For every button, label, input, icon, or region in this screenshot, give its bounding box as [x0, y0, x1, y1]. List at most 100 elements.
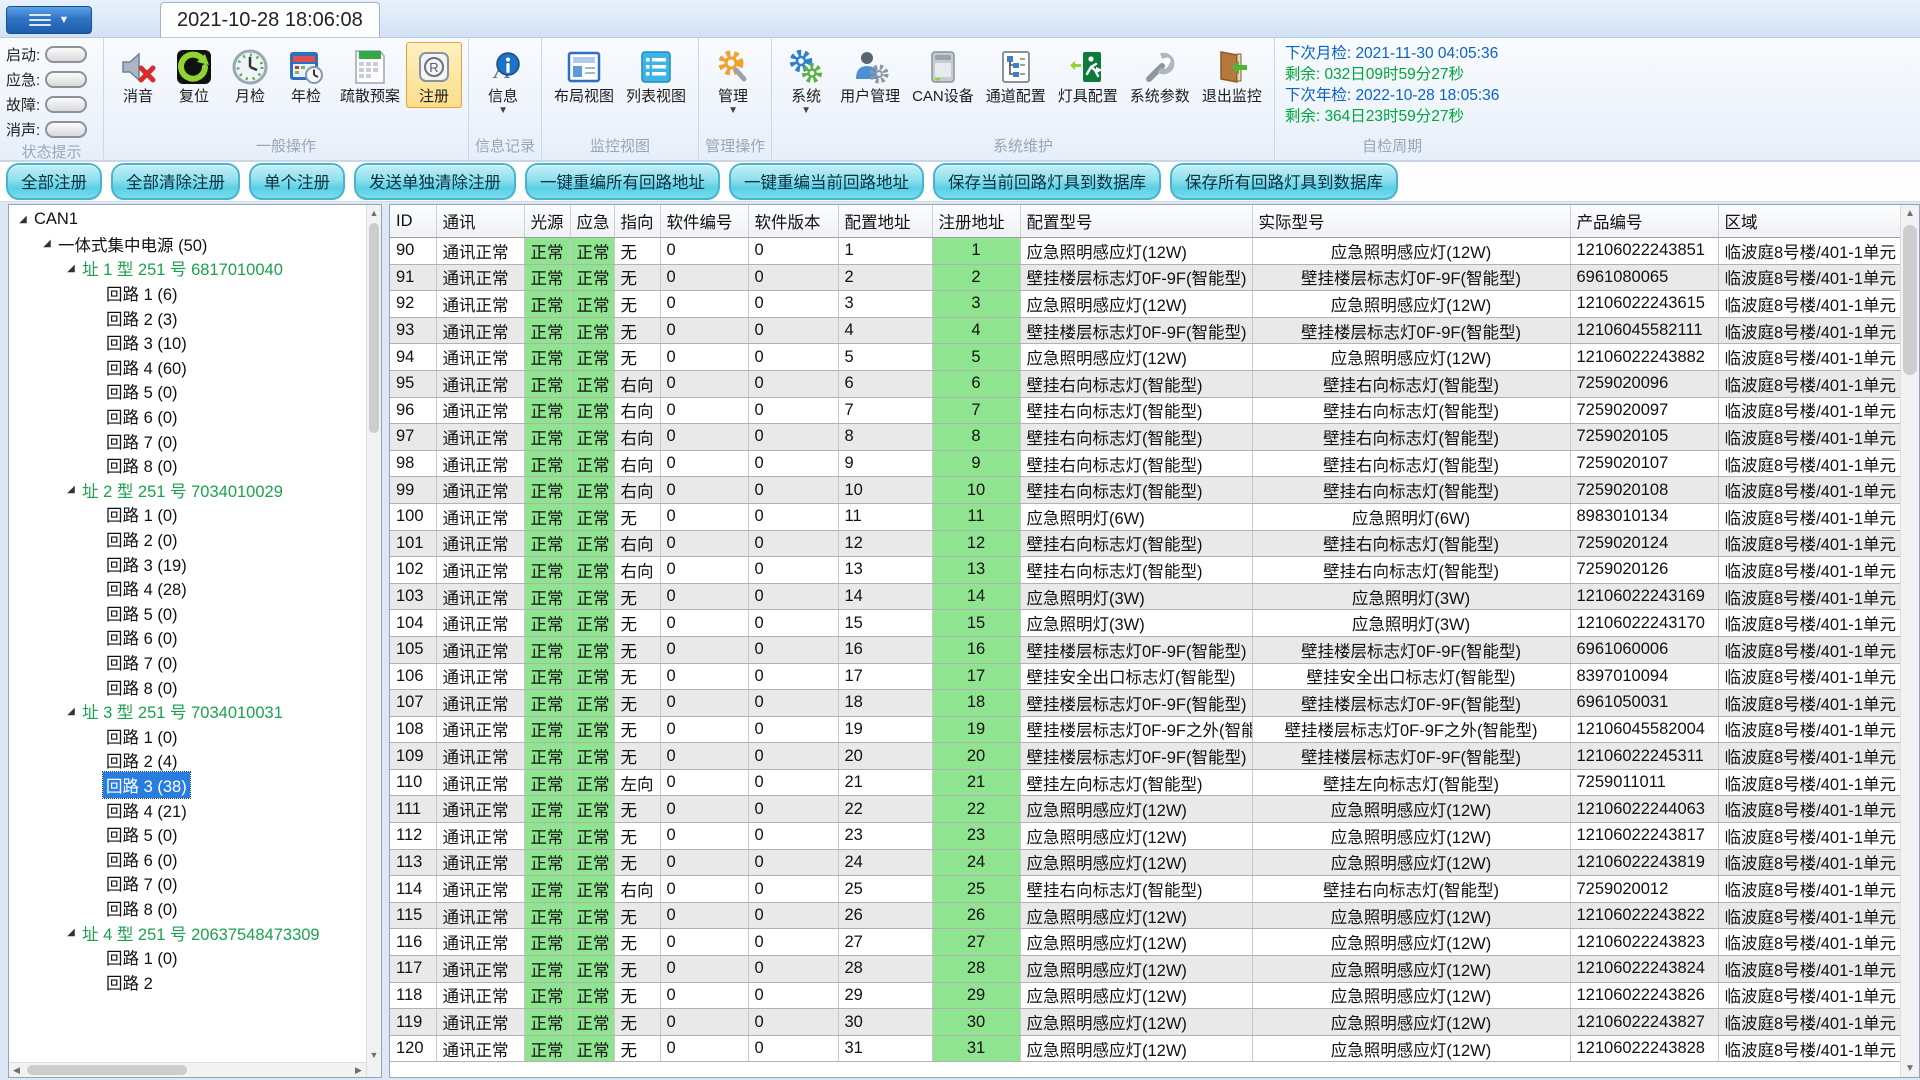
tree-item[interactable]: 回路 8 (0) [11, 453, 365, 478]
tree-item[interactable]: ◢一体式集中电源 (50) [11, 232, 365, 257]
lamp-config-button[interactable]: 灯具配置 [1052, 42, 1124, 108]
tree-item[interactable]: 回路 6 (0) [11, 625, 365, 650]
scrollbar-thumb[interactable] [27, 1065, 187, 1075]
tree-item[interactable]: ◢CAN1 [11, 207, 365, 232]
expand-triangle-icon[interactable]: ◢ [15, 214, 31, 225]
tree-item[interactable]: 回路 7 (0) [11, 871, 365, 896]
table-row[interactable]: 93通讯正常正常正常无0044壁挂楼层标志灯0F-9F(智能型)壁挂楼层标志灯0… [390, 317, 1900, 344]
register-button[interactable]: R 注册 [406, 42, 462, 108]
reset-button[interactable]: 复位 [166, 42, 222, 108]
table-row[interactable]: 98通讯正常正常正常右向0099壁挂右向标志灯(智能型)壁挂右向标志灯(智能型)… [390, 450, 1900, 477]
annual-check-button[interactable]: 年检 [278, 42, 334, 108]
tree-item[interactable]: 回路 5 (0) [11, 379, 365, 404]
tree-horizontal-scrollbar[interactable]: ◀ ▶ [9, 1062, 366, 1077]
column-header-light[interactable]: 光源 [524, 205, 570, 238]
table-row[interactable]: 116通讯正常正常正常无002727应急照明感应灯(12W)应急照明感应灯(12… [390, 929, 1900, 956]
tree-item[interactable]: ◢址 2 型 251 号 7034010029 [11, 478, 365, 503]
layout-view-button[interactable]: 布局视图 [548, 42, 620, 108]
column-header-direction[interactable]: 指向 [614, 205, 660, 238]
table-row[interactable]: 120通讯正常正常正常无003131应急照明感应灯(12W)应急照明感应灯(12… [390, 1035, 1900, 1062]
table-row[interactable]: 111通讯正常正常正常无002222应急照明感应灯(12W)应急照明感应灯(12… [390, 796, 1900, 823]
table-row[interactable]: 106通讯正常正常正常无001717壁挂安全出口标志灯(智能型)壁挂安全出口标志… [390, 663, 1900, 690]
column-header-sw_ver[interactable]: 软件版本 [748, 205, 838, 238]
expand-triangle-icon[interactable]: ◢ [39, 238, 55, 249]
action-button[interactable]: 单个注册 [249, 163, 345, 200]
manage-button[interactable]: 管理 ▼ [705, 42, 761, 118]
channel-config-button[interactable]: 通道配置 [980, 42, 1052, 108]
table-row[interactable]: 103通讯正常正常正常无001414应急照明灯(3W)应急照明灯(3W)1210… [390, 583, 1900, 610]
tree-item[interactable]: 回路 1 (0) [11, 723, 365, 748]
tree-item[interactable]: ◢址 3 型 251 号 7034010031 [11, 699, 365, 724]
tree-item[interactable]: 回路 6 (0) [11, 404, 365, 429]
info-button[interactable]: A 信息 ▼ [475, 42, 531, 118]
table-row[interactable]: 97通讯正常正常正常右向0088壁挂右向标志灯(智能型)壁挂右向标志灯(智能型)… [390, 424, 1900, 451]
table-row[interactable]: 115通讯正常正常正常无002626应急照明感应灯(12W)应急照明感应灯(12… [390, 902, 1900, 929]
table-vertical-scrollbar[interactable]: ▲ ▼ [1900, 205, 1919, 1077]
column-header-emergency[interactable]: 应急 [570, 205, 614, 238]
can-device-button[interactable]: CAN设备 [906, 42, 980, 108]
table-row[interactable]: 91通讯正常正常正常无0022壁挂楼层标志灯0F-9F(智能型)壁挂楼层标志灯0… [390, 264, 1900, 291]
expand-triangle-icon[interactable]: ◢ [63, 927, 79, 938]
column-header-product_no[interactable]: 产品编号 [1570, 205, 1718, 238]
datetime-tab[interactable]: 2021-10-28 18:06:08 [160, 2, 380, 37]
table-row[interactable]: 99通讯正常正常正常右向001010壁挂右向标志灯(智能型)壁挂右向标志灯(智能… [390, 477, 1900, 504]
scrollbar-thumb[interactable] [369, 223, 379, 433]
action-button[interactable]: 保存当前回路灯具到数据库 [933, 163, 1161, 200]
action-button[interactable]: 发送单独清除注册 [354, 163, 516, 200]
evacuation-plan-button[interactable]: 疏散预案 [334, 42, 406, 108]
tree-item[interactable]: 回路 1 (0) [11, 502, 365, 527]
tree-vertical-scrollbar[interactable]: ▲ ▼ [366, 205, 381, 1077]
tree-item[interactable]: 回路 2 (4) [11, 748, 365, 773]
table-row[interactable]: 108通讯正常正常正常无001919壁挂楼层标志灯0F-9F之外(智能型)壁挂楼… [390, 716, 1900, 743]
tree-item[interactable]: 回路 2 (3) [11, 305, 365, 330]
table-row[interactable]: 101通讯正常正常正常右向001212壁挂右向标志灯(智能型)壁挂右向标志灯(智… [390, 530, 1900, 557]
table-row[interactable]: 112通讯正常正常正常无002323应急照明感应灯(12W)应急照明感应灯(12… [390, 823, 1900, 850]
tree-item[interactable]: 回路 5 (0) [11, 601, 365, 626]
tree-item[interactable]: 回路 2 (0) [11, 527, 365, 552]
action-button[interactable]: 一键重编所有回路地址 [525, 163, 720, 200]
tree-item[interactable]: 回路 3 (10) [11, 330, 365, 355]
table-row[interactable]: 90通讯正常正常正常无0011应急照明感应灯(12W)应急照明感应灯(12W)1… [390, 238, 1900, 265]
action-button[interactable]: 全部清除注册 [111, 163, 240, 200]
tree-item[interactable]: 回路 3 (19) [11, 551, 365, 576]
column-header-act_model[interactable]: 实际型号 [1252, 205, 1570, 238]
column-header-comm[interactable]: 通讯 [436, 205, 524, 238]
tree-item[interactable]: 回路 8 (0) [11, 674, 365, 699]
tree-item[interactable]: 回路 7 (0) [11, 650, 365, 675]
column-header-cfg_addr[interactable]: 配置地址 [838, 205, 932, 238]
tree-item[interactable]: 回路 4 (60) [11, 355, 365, 380]
list-view-button[interactable]: 列表视图 [620, 42, 692, 108]
column-header-id[interactable]: ID [390, 205, 436, 238]
table-row[interactable]: 105通讯正常正常正常无001616壁挂楼层标志灯0F-9F(智能型)壁挂楼层标… [390, 636, 1900, 663]
table-row[interactable]: 119通讯正常正常正常无003030应急照明感应灯(12W)应急照明感应灯(12… [390, 1009, 1900, 1036]
scroll-right-icon[interactable]: ▶ [351, 1063, 366, 1077]
system-button[interactable]: 系统 ▼ [778, 42, 834, 118]
table-row[interactable]: 110通讯正常正常正常左向002121壁挂左向标志灯(智能型)壁挂左向标志灯(智… [390, 769, 1900, 796]
tree-item[interactable]: 回路 6 (0) [11, 846, 365, 871]
column-header-cfg_model[interactable]: 配置型号 [1020, 205, 1252, 238]
scroll-down-icon[interactable]: ▼ [367, 1047, 381, 1062]
expand-triangle-icon[interactable]: ◢ [63, 706, 79, 717]
scroll-up-icon[interactable]: ▲ [367, 205, 381, 220]
tree-item[interactable]: ◢址 1 型 251 号 6817010040 [11, 256, 365, 281]
table-row[interactable]: 96通讯正常正常正常右向0077壁挂右向标志灯(智能型)壁挂右向标志灯(智能型)… [390, 397, 1900, 424]
tree-item[interactable]: 回路 8 (0) [11, 896, 365, 921]
expand-triangle-icon[interactable]: ◢ [63, 484, 79, 495]
tree-item[interactable]: 回路 3 (38) [11, 773, 365, 798]
table-row[interactable]: 100通讯正常正常正常无001111应急照明灯(6W)应急照明灯(6W)8983… [390, 503, 1900, 530]
system-params-button[interactable]: 系统参数 [1124, 42, 1196, 108]
tree-item[interactable]: 回路 1 (0) [11, 945, 365, 970]
tree-item[interactable]: 回路 1 (6) [11, 281, 365, 306]
table-row[interactable]: 102通讯正常正常正常右向001313壁挂右向标志灯(智能型)壁挂右向标志灯(智… [390, 557, 1900, 584]
expand-triangle-icon[interactable]: ◢ [63, 263, 79, 274]
table-row[interactable]: 109通讯正常正常正常无002020壁挂楼层标志灯0F-9F(智能型)壁挂楼层标… [390, 743, 1900, 770]
scroll-left-icon[interactable]: ◀ [9, 1063, 24, 1077]
action-button[interactable]: 保存所有回路灯具到数据库 [1170, 163, 1398, 200]
tree-item[interactable]: ◢址 4 型 251 号 20637548473309 [11, 920, 365, 945]
scroll-up-icon[interactable]: ▲ [1901, 205, 1919, 222]
tree-item[interactable]: 回路 2 [11, 969, 365, 994]
tree-item[interactable]: 回路 5 (0) [11, 822, 365, 847]
action-button[interactable]: 全部注册 [6, 163, 102, 200]
table-row[interactable]: 118通讯正常正常正常无002929应急照明感应灯(12W)应急照明感应灯(12… [390, 982, 1900, 1009]
scrollbar-thumb[interactable] [1903, 225, 1917, 375]
